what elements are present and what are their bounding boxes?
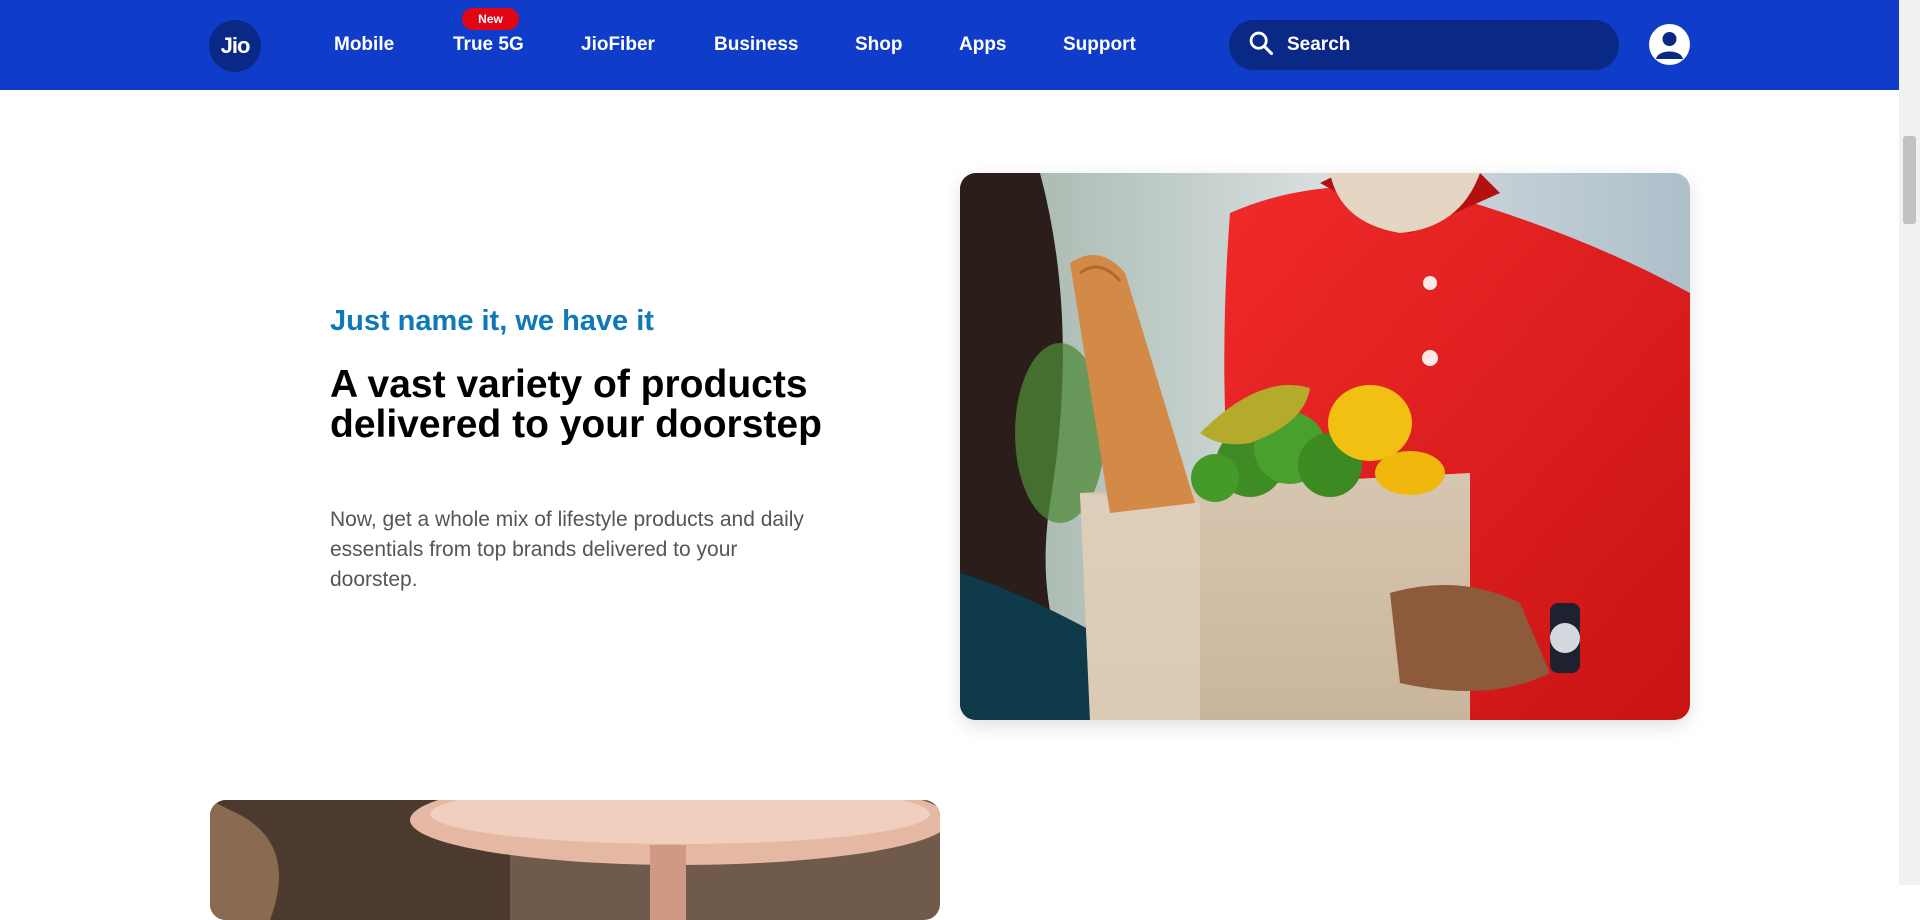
user-icon[interactable] [1649, 24, 1690, 65]
section-description: Now, get a whole mix of lifestyle produc… [330, 508, 804, 591]
scrollbar-thumb[interactable] [1903, 136, 1916, 224]
section-headline: A vast variety of products delivered to … [330, 363, 822, 446]
nav-item-shop[interactable]: Shop [855, 34, 903, 56]
jio-logo[interactable]: Jio [209, 20, 261, 72]
nav-item-support[interactable]: Support [1063, 34, 1136, 56]
next-section-image [210, 800, 940, 920]
new-badge: New [462, 8, 519, 30]
nav-item-apps[interactable]: Apps [959, 34, 1007, 56]
scrollbar-track[interactable] [1899, 0, 1920, 885]
section-eyebrow: Just name it, we have it [330, 305, 654, 337]
nav-item-true-5g[interactable]: True 5G [453, 34, 524, 56]
search-bar[interactable] [1229, 20, 1619, 70]
search-input[interactable] [1287, 34, 1587, 56]
top-navbar: Jio Mobile True 5G New JioFiber Business… [0, 0, 1899, 90]
nav-item-jiofiber[interactable]: JioFiber [581, 34, 655, 56]
nav-item-mobile[interactable]: Mobile [334, 34, 394, 56]
nav-item-business[interactable]: Business [714, 34, 798, 56]
grocery-delivery-image [960, 173, 1690, 720]
search-icon [1247, 29, 1287, 62]
